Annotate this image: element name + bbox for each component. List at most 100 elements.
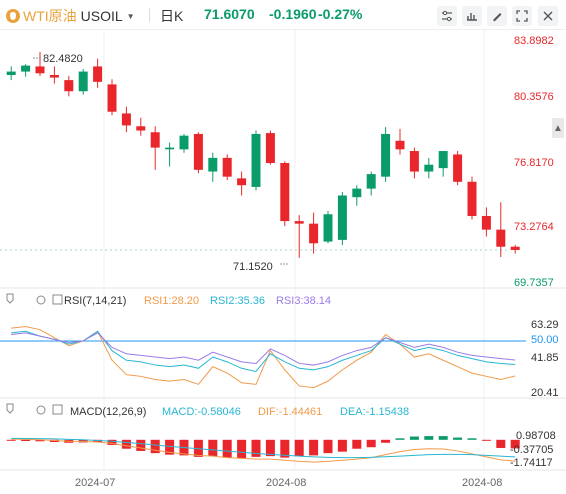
candle-body: [121, 113, 131, 126]
macd-bar: [136, 439, 146, 451]
indicator-settings-icon[interactable]: [52, 404, 63, 415]
macd-bar: [309, 439, 319, 456]
macd-bar: [366, 439, 376, 448]
macd-value-label: MACD:-0.58046: [162, 406, 241, 418]
candle-body: [265, 133, 275, 163]
symbol-code: USOIL: [80, 8, 123, 24]
price-tick: 69.7357: [514, 277, 554, 289]
high-label: 82.4820: [43, 53, 83, 65]
macd-bar: [208, 439, 218, 457]
candle-body: [237, 178, 247, 186]
x-tick: 2024-07: [75, 477, 115, 489]
macd-bar: [467, 438, 477, 440]
chart-canvas[interactable]: 83.8982 80.3576 76.8170 73.2764 69.7357 …: [0, 30, 566, 494]
low-label: 71.1520: [233, 261, 273, 273]
candle-body: [438, 151, 448, 169]
macd-series: [6, 436, 520, 463]
macd-title: MACD(12,26,9): [70, 406, 146, 418]
candlestick-series: [0, 51, 520, 258]
candle-body: [64, 80, 74, 92]
price-tick: 80.3576: [514, 91, 554, 103]
rsi-legend: RSI(7,14,21) RSI1:28.20 RSI2:35.36 RSI3:…: [6, 293, 331, 307]
last-price: 71.6070: [204, 6, 255, 22]
macd-tick: 0.98708: [516, 430, 556, 442]
candle-body: [453, 154, 463, 182]
eye-icon[interactable]: [6, 403, 14, 414]
candle-body: [6, 71, 16, 75]
candle-body: [294, 221, 304, 224]
symbol-name: WTI原油: [23, 8, 77, 24]
settings-sliders-icon[interactable]: [437, 6, 457, 26]
macd-bar: [381, 439, 391, 443]
candle-body: [208, 157, 218, 172]
macd-bar: [337, 439, 347, 452]
chevron-down-icon: ▼: [126, 11, 135, 21]
macd-bar: [222, 439, 232, 458]
candle-body: [179, 135, 189, 150]
rsi-title: RSI(7,14,21): [64, 295, 126, 307]
macd-bar: [251, 439, 261, 457]
macd-bar: [323, 439, 333, 454]
macd-bar: [352, 439, 362, 449]
candle-body: [496, 229, 506, 247]
candle-body: [337, 195, 347, 240]
candle-body: [309, 223, 319, 244]
macd-bar: [481, 439, 491, 441]
candle-body: [165, 147, 175, 150]
macd-tick: -0.37705: [510, 444, 553, 456]
rsi2-label: RSI2:35.36: [210, 295, 265, 307]
rsi-tick: 63.29: [531, 319, 559, 331]
eye-icon[interactable]: [6, 293, 14, 304]
rsi-series: [0, 325, 526, 389]
dea-label: DEA:-1.15438: [340, 406, 409, 418]
macd-bar: [424, 436, 434, 440]
gear-icon[interactable]: [36, 405, 46, 415]
scale-icon[interactable]: [462, 6, 482, 26]
candle-body: [352, 188, 362, 198]
price-tick: 83.8982: [514, 35, 554, 47]
dif-label: DIF:-1.44461: [258, 406, 322, 418]
drawing-tools-icon[interactable]: [487, 6, 507, 26]
candle-body: [107, 84, 117, 112]
x-tick: 2024-08: [266, 477, 306, 489]
x-tick: 2024-08: [462, 477, 502, 489]
macd-bar: [121, 439, 131, 449]
candle-body: [366, 174, 376, 189]
candle-body: [150, 132, 160, 148]
indicator-settings-icon[interactable]: [52, 294, 63, 305]
macd-bar: [409, 436, 419, 440]
candle-body: [481, 215, 491, 230]
rsi-tick: 20.41: [531, 387, 559, 399]
candle-body: [467, 181, 477, 216]
macd-legend: MACD(12,26,9) MACD:-0.58046 DIF:-1.44461…: [6, 403, 409, 418]
symbol-selector[interactable]: WTI原油 USOIL ▼: [6, 6, 135, 26]
macd-bar: [496, 439, 506, 448]
rsi-line-3: [11, 332, 516, 366]
gear-icon[interactable]: [36, 295, 46, 305]
candle-body: [395, 140, 405, 150]
macd-tick: -1.74117: [510, 457, 553, 469]
rsi3-label: RSI3:38.14: [276, 295, 331, 307]
rsi-tick: 50.00: [531, 334, 559, 346]
period-selector[interactable]: 日K: [160, 6, 183, 26]
candle-body: [49, 74, 59, 78]
candle-body: [409, 151, 419, 172]
candle-body: [35, 66, 45, 74]
oil-drop-icon: [6, 9, 20, 23]
macd-bar: [438, 436, 448, 440]
candle-body: [21, 65, 31, 72]
rsi-line-1: [11, 325, 516, 389]
macd-bar: [6, 439, 16, 441]
macd-bar: [453, 437, 463, 440]
rsi-line-2: [11, 330, 516, 373]
candle-body: [510, 246, 520, 250]
candle-body: [424, 164, 434, 172]
chart-header: WTI原油 USOIL ▼ 日K 71.6070 -0.1960 -0.27%: [0, 0, 566, 30]
close-icon[interactable]: [538, 6, 558, 26]
candle-body: [136, 126, 146, 131]
fullscreen-icon[interactable]: [512, 6, 532, 26]
macd-bar: [21, 439, 31, 441]
candle-body: [222, 157, 232, 177]
candle-body: [193, 133, 203, 170]
dif-line: [11, 438, 516, 463]
